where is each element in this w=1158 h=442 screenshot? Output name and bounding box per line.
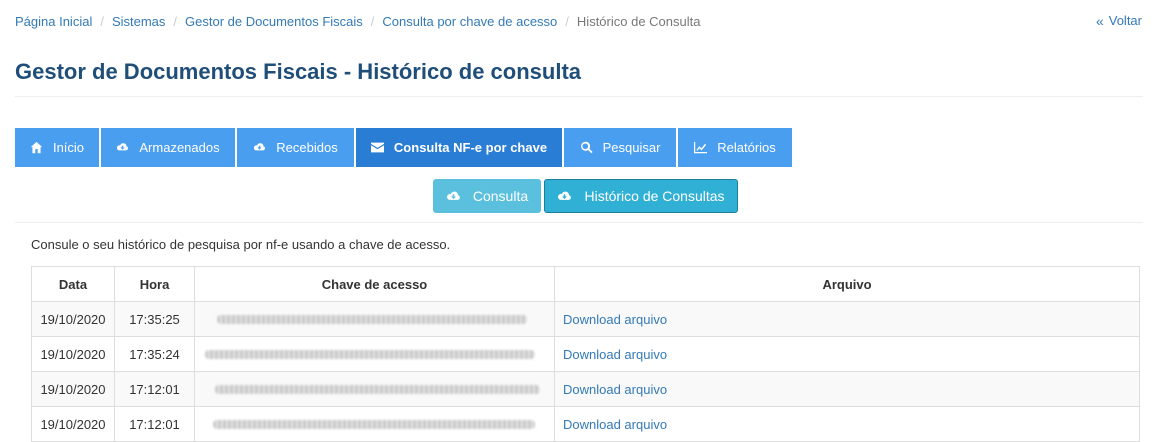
envelope-icon (370, 142, 384, 153)
download-link[interactable]: Download arquivo (563, 347, 667, 362)
tab-armazenados[interactable]: Armazenados (101, 128, 235, 167)
back-label: Voltar (1108, 13, 1142, 28)
redacted-access-key (205, 349, 535, 359)
cell-chave-de-acesso (194, 301, 555, 337)
subtab-consulta[interactable]: Consulta (433, 179, 541, 213)
cell-hora: 17:12:01 (114, 406, 195, 442)
redacted-access-key (215, 384, 540, 394)
tab-recebidos[interactable]: Recebidos (237, 128, 354, 167)
back-link[interactable]: « Voltar (1096, 13, 1142, 28)
tab-label: Recebidos (276, 140, 338, 155)
title-divider (15, 96, 1143, 97)
tab-relatorios[interactable]: Relatórios (678, 128, 792, 167)
tab-label: Consulta NF-e por chave (393, 140, 548, 155)
cell-data: 19/10/2020 (31, 371, 115, 407)
subtab-historico-de-consultas[interactable]: Histórico de Consultas (544, 179, 738, 213)
table-row: 19/10/2020 17:35:24 Download arquivo (31, 336, 1140, 372)
cell-chave-de-acesso (194, 406, 555, 442)
tab-pesquisar[interactable]: Pesquisar (564, 128, 676, 167)
breadcrumb: Página Inicial / Sistemas / Gestor de Do… (15, 13, 700, 29)
subtab-label: Consulta (472, 188, 529, 204)
column-header-data: Data (31, 266, 115, 302)
breadcrumb-separator: / (370, 13, 375, 29)
table-row: 19/10/2020 17:35:25 Download arquivo (31, 301, 1140, 337)
download-link[interactable]: Download arquivo (563, 382, 667, 397)
page-title: Gestor de Documentos Fiscais - Histórico… (15, 59, 582, 84)
cell-arquivo: Download arquivo (554, 301, 1140, 337)
subtab-label: Histórico de Consultas (584, 188, 725, 204)
breadcrumb-separator: / (565, 13, 569, 29)
column-header-chave-de-acesso: Chave de acesso (194, 266, 555, 302)
section-divider (15, 222, 1143, 223)
breadcrumb-gestor[interactable]: Gestor de Documentos Fiscais (185, 14, 363, 29)
tab-label: Armazenados (139, 140, 220, 155)
table-row: 19/10/2020 17:12:01 Download arquivo (31, 371, 1140, 407)
home-icon (30, 141, 43, 154)
cell-arquivo: Download arquivo (554, 371, 1140, 407)
download-link[interactable]: Download arquivo (563, 417, 667, 432)
redacted-access-key (213, 419, 535, 429)
cell-hora: 17:12:01 (114, 371, 195, 407)
cell-data: 19/10/2020 (31, 301, 115, 337)
cell-data: 19/10/2020 (31, 406, 115, 442)
cell-hora: 17:35:24 (114, 336, 195, 372)
column-header-arquivo: Arquivo (554, 266, 1140, 302)
cloud-download-icon (117, 143, 129, 151)
tab-consulta-nfe-por-chave[interactable]: Consulta NF-e por chave (356, 128, 562, 167)
search-icon (580, 141, 593, 154)
cloud-download-icon (558, 191, 572, 200)
breadcrumb-current: Histórico de Consulta (576, 13, 701, 29)
double-chevron-left-icon: « (1095, 12, 1104, 29)
breadcrumb-home[interactable]: Página Inicial (15, 14, 92, 29)
download-link[interactable]: Download arquivo (563, 312, 667, 327)
tab-label: Pesquisar (602, 140, 661, 155)
cell-chave-de-acesso (194, 371, 555, 407)
breadcrumb-separator: / (173, 13, 178, 29)
sub-nav: Consulta Histórico de Consultas (433, 179, 738, 213)
cell-hora: 17:35:25 (114, 301, 195, 337)
breadcrumb-consulta-chave[interactable]: Consulta por chave de acesso (382, 14, 557, 29)
line-chart-icon (694, 141, 708, 154)
redacted-access-key (217, 314, 527, 324)
description-text: Consule o seu histórico de pesquisa por … (31, 237, 451, 252)
cell-arquivo: Download arquivo (554, 406, 1140, 442)
main-nav: Início Armazenados Recebidos Consulta NF… (15, 128, 792, 167)
column-header-hora: Hora (114, 266, 195, 302)
history-table: Data Hora Chave de acesso Arquivo 19/10/… (31, 266, 1140, 442)
breadcrumb-separator: / (100, 13, 104, 29)
cell-arquivo: Download arquivo (554, 336, 1140, 372)
tab-inicio[interactable]: Início (15, 128, 99, 167)
cell-chave-de-acesso (194, 336, 555, 372)
cloud-download-icon (254, 143, 266, 151)
table-header-row: Data Hora Chave de acesso Arquivo (31, 266, 1140, 302)
cell-data: 19/10/2020 (31, 336, 115, 372)
cloud-download-icon (446, 191, 460, 200)
tab-label: Relatórios (717, 140, 776, 155)
table-row: 19/10/2020 17:12:01 Download arquivo (31, 406, 1140, 442)
breadcrumb-sistemas[interactable]: Sistemas (112, 14, 165, 29)
tab-label: Início (52, 140, 85, 155)
